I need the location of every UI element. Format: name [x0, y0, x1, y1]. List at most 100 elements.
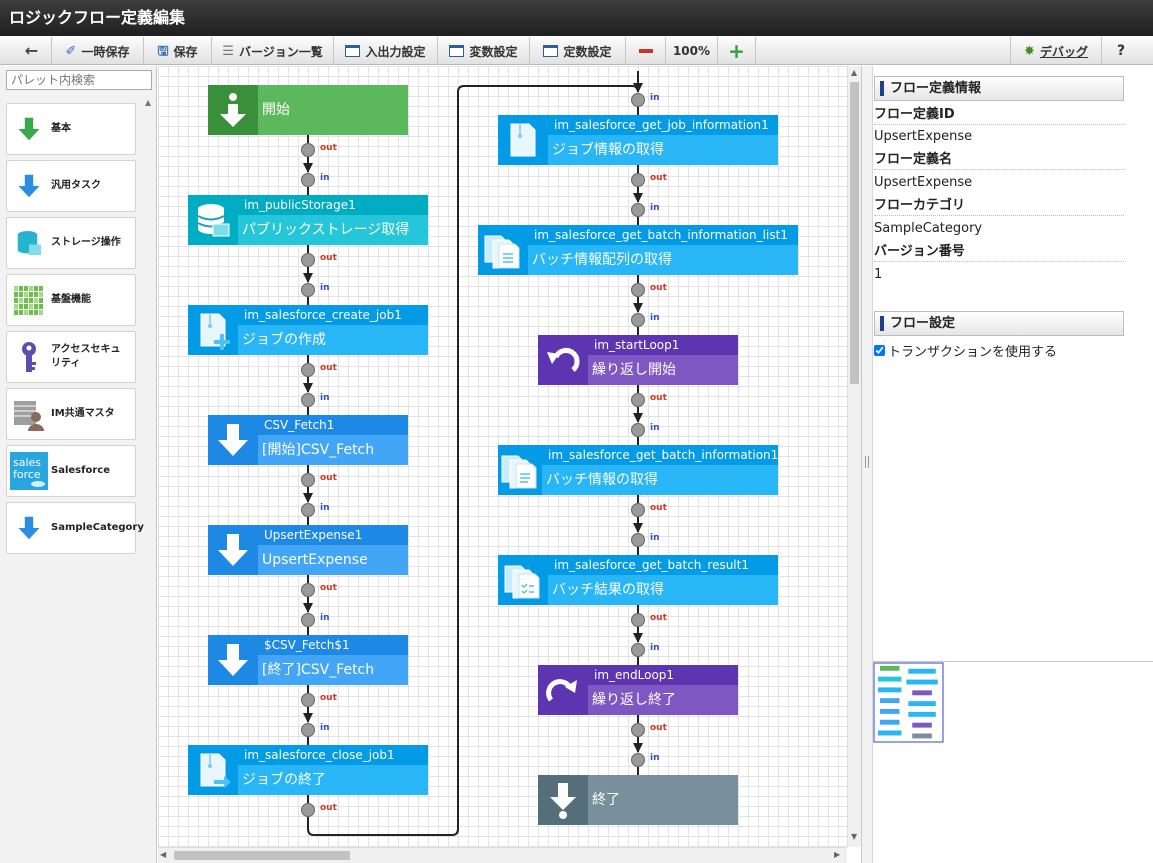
flow-node-n13[interactable]: im_endLoop1 繰り返し終了 — [538, 665, 738, 715]
arrow-down-icon — [208, 635, 258, 685]
back-button[interactable]: ← — [12, 37, 52, 65]
scroll-thumb[interactable] — [850, 82, 859, 384]
palette-item-6[interactable]: sales force Salesforce — [6, 445, 136, 497]
flow-node-n12[interactable]: im_salesforce_get_batch_result1 バッチ結果の取得 — [498, 555, 778, 605]
in-port[interactable] — [631, 423, 645, 437]
constant-settings-button[interactable]: 定数設定 — [530, 37, 626, 65]
out-port[interactable] — [631, 393, 645, 407]
in-port[interactable] — [631, 93, 645, 107]
flow-name-value: UpsertExpense — [874, 175, 973, 190]
node-label: バッチ情報の取得 — [546, 472, 658, 488]
zoom-out-button[interactable] — [626, 37, 666, 65]
out-port[interactable] — [631, 723, 645, 737]
variable-settings-button[interactable]: 変数設定 — [438, 37, 530, 65]
temp-save-button[interactable]: ✐ 一時保存 — [52, 37, 144, 65]
palette-search-input[interactable] — [6, 70, 152, 90]
flow-node-n2[interactable]: im_publicStorage1 パブリックストレージ取得 — [188, 195, 428, 245]
scroll-up-icon[interactable]: ▲ — [145, 98, 151, 107]
scroll-down-icon[interactable]: ▼ — [851, 832, 857, 841]
out-port[interactable] — [301, 803, 315, 817]
flow-canvas[interactable]: 開始 im_publicStorage1 パブリックストレージ取得 im_salesf… — [158, 66, 847, 847]
in-port[interactable] — [631, 643, 645, 657]
palette-item-0[interactable]: 基本 — [6, 103, 136, 155]
panel-splitter[interactable] — [861, 66, 873, 863]
node-label: 終了 — [592, 792, 620, 808]
flow-node-n8[interactable]: im_salesforce_get_job_information1 ジョブ情報の… — [498, 115, 778, 165]
out-port[interactable] — [631, 613, 645, 627]
scroll-left-icon[interactable]: ◀ — [160, 850, 166, 859]
flow-category-value: SampleCategory — [874, 221, 983, 236]
in-port[interactable] — [631, 753, 645, 767]
in-port[interactable] — [301, 173, 315, 187]
out-port[interactable] — [301, 363, 315, 377]
batch-result-icon — [498, 555, 548, 605]
flow-minimap[interactable] — [873, 661, 1153, 863]
end-icon — [538, 775, 588, 825]
use-transaction-checkbox[interactable] — [874, 345, 885, 356]
zoom-in-button[interactable]: + — [718, 37, 756, 65]
minimap-node — [908, 701, 936, 707]
flow-node-n4[interactable]: CSV_Fetch1 [開始]CSV_Fetch — [208, 415, 408, 465]
minimap-viewport[interactable] — [873, 662, 945, 744]
use-transaction-option[interactable]: トランザクションを使用する — [874, 341, 1057, 360]
node-name: CSV_Fetch1 — [258, 415, 408, 435]
debug-button[interactable]: ✸ デバッグ — [1010, 37, 1102, 65]
palette-item-4[interactable]: アクセスセキュリティ — [6, 331, 136, 383]
out-port[interactable] — [631, 503, 645, 517]
in-port[interactable] — [301, 723, 315, 737]
out-port[interactable] — [301, 693, 315, 707]
out-port-label: out — [320, 693, 337, 703]
in-port[interactable] — [631, 313, 645, 327]
in-port[interactable] — [631, 203, 645, 217]
window-title: ロジックフロー定義編集 — [0, 0, 1153, 36]
node-label: ジョブの終了 — [242, 772, 326, 788]
out-port[interactable] — [301, 253, 315, 267]
flow-node-n9[interactable]: im_salesforce_get_batch_information_list… — [478, 225, 798, 275]
out-port[interactable] — [301, 143, 315, 157]
save-button[interactable]: 🖫 保存 — [144, 37, 212, 65]
in-port[interactable] — [631, 533, 645, 547]
node-name: im_salesforce_get_job_information1 — [548, 115, 778, 135]
out-port-label: out — [320, 473, 337, 483]
minimap-node — [908, 668, 936, 674]
io-settings-button[interactable]: 入出力設定 — [334, 37, 438, 65]
flow-node-n10[interactable]: im_startLoop1 繰り返し開始 — [538, 335, 738, 385]
palette-item-label: ストレージ操作 — [51, 237, 121, 248]
flow-node-n6[interactable]: $CSV_Fetch$1 [終了]CSV_Fetch — [208, 635, 408, 685]
palette-item-1[interactable]: 汎用タスク — [6, 160, 136, 212]
help-button[interactable]: ? — [1102, 37, 1140, 65]
flow-node-n7[interactable]: im_salesforce_close_job1 ジョブの終了 — [188, 745, 428, 795]
minimap-node — [879, 719, 900, 725]
in-port[interactable] — [301, 283, 315, 297]
flow-node-n3[interactable]: im_salesforce_create_job1 ジョブの作成 — [188, 305, 428, 355]
out-port[interactable] — [631, 173, 645, 187]
window-icon — [543, 45, 559, 57]
in-port[interactable] — [301, 613, 315, 627]
palette-item-2[interactable]: ストレージ操作 — [6, 217, 136, 269]
scroll-right-icon[interactable]: ▶ — [834, 850, 840, 859]
palette-scrollbar[interactable]: ▲ — [143, 98, 153, 858]
flow-category-label: フローカテゴリ — [874, 196, 1124, 216]
flow-node-n14[interactable]: 終了 — [538, 775, 738, 825]
in-port-label: in — [320, 723, 330, 733]
node-name: im_endLoop1 — [588, 665, 738, 685]
canvas-horizontal-scrollbar[interactable]: ◀ ▶ — [158, 847, 847, 863]
scroll-up-icon[interactable]: ▲ — [851, 68, 857, 77]
flow-node-n11[interactable]: im_salesforce_get_batch_information1 バッチ情… — [498, 445, 779, 495]
in-port[interactable] — [301, 503, 315, 517]
palette-item-7[interactable]: SampleCategory — [6, 502, 144, 554]
flow-node-n5[interactable]: UpsertExpense1 UpsertExpense — [208, 525, 408, 575]
version-list-button[interactable]: ☰ バージョン一覧 — [212, 37, 334, 65]
scroll-thumb[interactable] — [174, 851, 350, 860]
splitter-grip-icon[interactable] — [865, 456, 869, 468]
out-port[interactable] — [631, 283, 645, 297]
out-port[interactable] — [301, 473, 315, 487]
palette-item-5[interactable]: IM共通マスタ — [6, 388, 136, 440]
canvas-vertical-scrollbar[interactable]: ▲ ▼ — [847, 66, 861, 847]
flow-node-n1[interactable]: 開始 — [208, 85, 408, 135]
out-port[interactable] — [301, 583, 315, 597]
in-port-label: in — [650, 753, 660, 763]
node-name: UpsertExpense1 — [258, 525, 408, 545]
palette-item-3[interactable]: 基盤機能 — [6, 274, 136, 326]
in-port[interactable] — [301, 393, 315, 407]
